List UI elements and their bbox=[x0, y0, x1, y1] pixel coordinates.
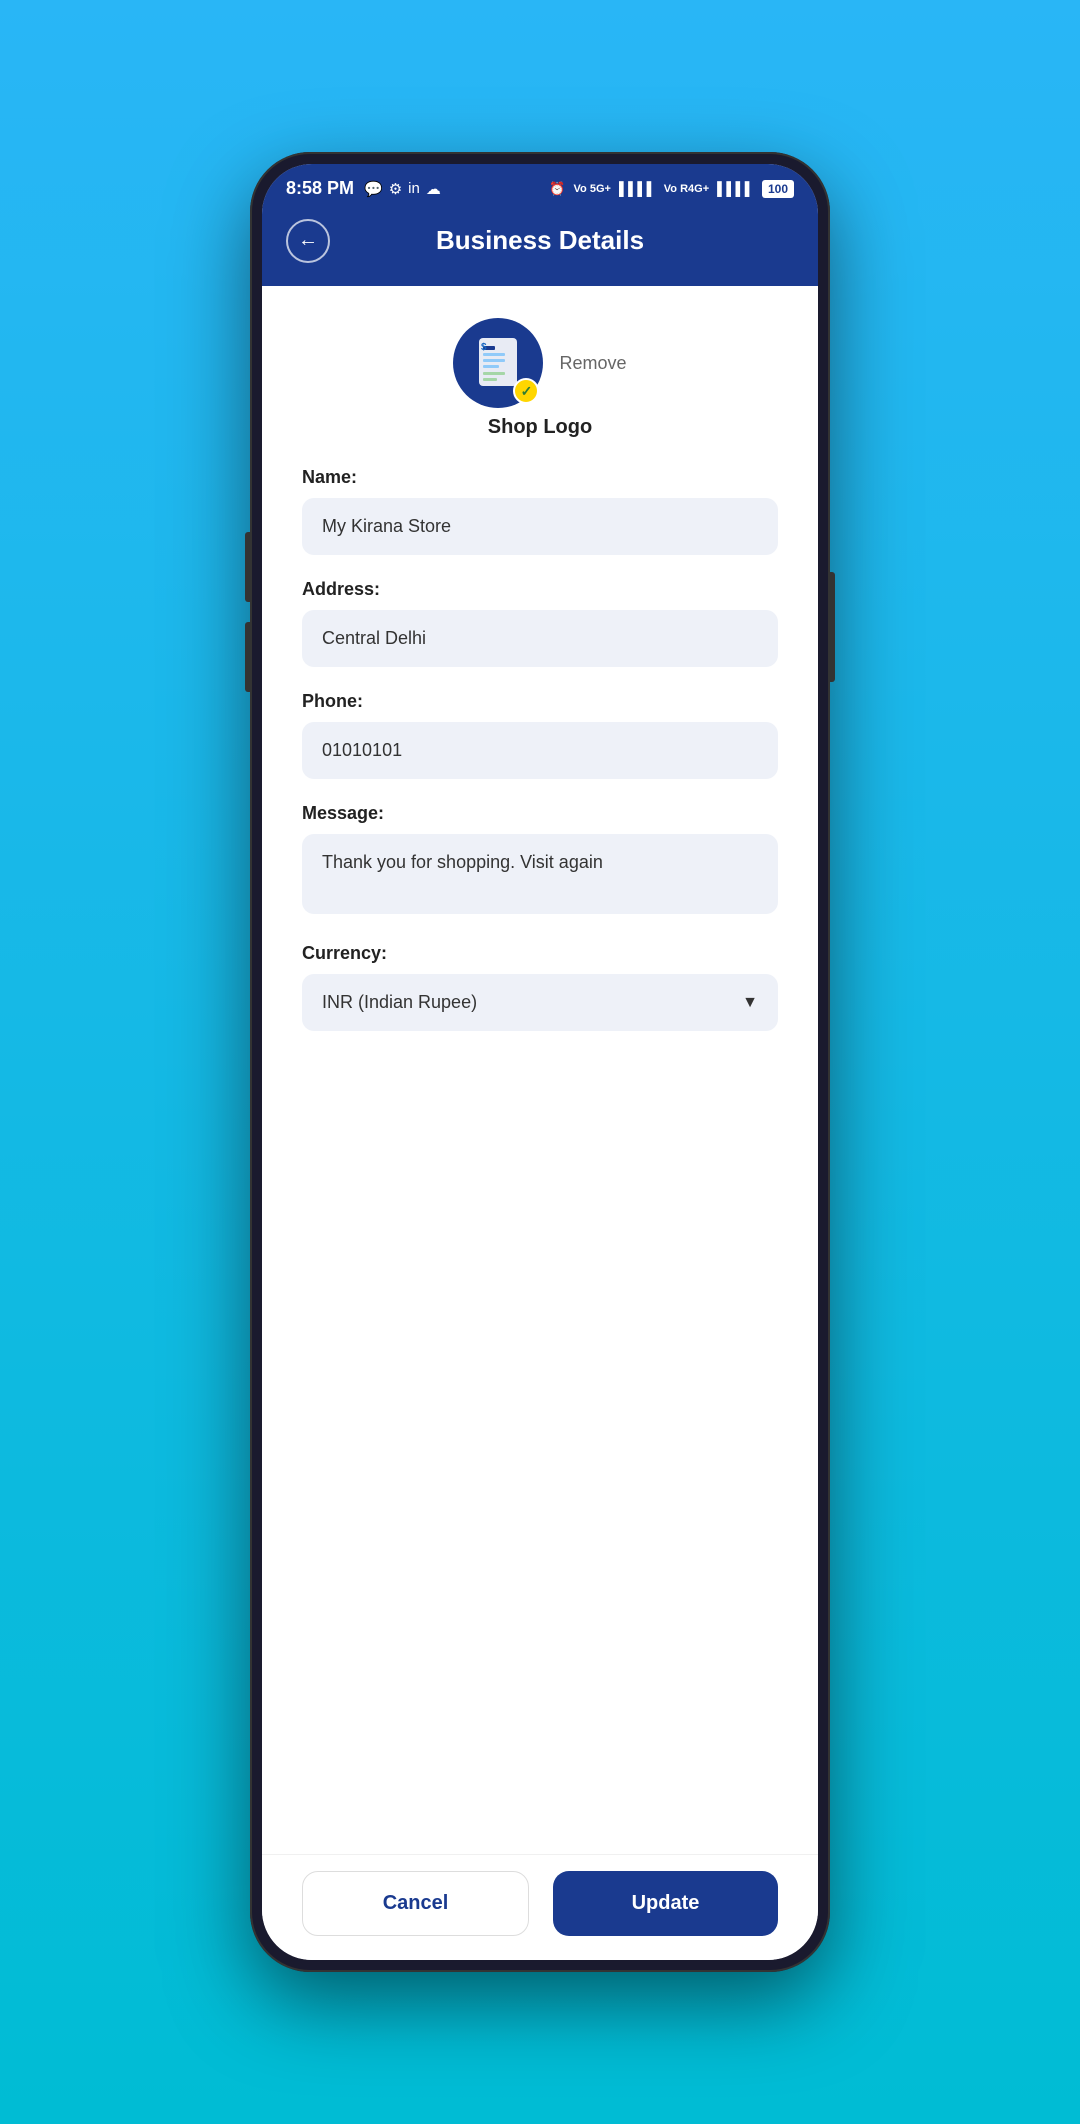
power-button bbox=[829, 572, 835, 682]
status-left: 8:58 PM 💬 ⚙ in ☁ bbox=[286, 178, 441, 199]
vol-down-button bbox=[245, 622, 251, 692]
currency-value: INR (Indian Rupee) bbox=[322, 992, 477, 1013]
phone-label: Phone: bbox=[302, 691, 778, 712]
chevron-down-icon: ▼ bbox=[742, 994, 758, 1012]
message-label: Message: bbox=[302, 803, 778, 824]
phone-screen: 8:58 PM 💬 ⚙ in ☁ ⏰ Vo 5G+ ▌▌▌▌ Vo R4G+ ▌… bbox=[262, 164, 818, 1960]
linkedin-icon: in bbox=[408, 180, 420, 197]
update-button[interactable]: Update bbox=[553, 1871, 778, 1936]
address-label: Address: bbox=[302, 579, 778, 600]
bottom-buttons: Cancel Update bbox=[262, 1854, 818, 1960]
remove-label[interactable]: Remove bbox=[559, 353, 626, 374]
signal-bars2-icon: ▌▌▌▌ bbox=[717, 181, 754, 196]
status-time: 8:58 PM bbox=[286, 178, 354, 199]
battery-indicator: 100 bbox=[762, 180, 794, 198]
check-icon: ✓ bbox=[521, 383, 533, 400]
shop-logo-circle[interactable]: $ ✓ bbox=[453, 318, 543, 408]
page-title: Business Details bbox=[436, 225, 644, 256]
currency-label: Currency: bbox=[302, 943, 778, 964]
status-right: ⏰ Vo 5G+ ▌▌▌▌ Vo R4G+ ▌▌▌▌ 100 bbox=[549, 180, 794, 198]
vol-up-button bbox=[245, 532, 251, 602]
content-area: $ ✓ Remove Shop Logo Name: Address: Phon… bbox=[262, 286, 818, 1854]
cloud-icon: ☁ bbox=[426, 180, 441, 198]
logo-section: $ ✓ Remove bbox=[302, 318, 778, 408]
signal-lte-icon: Vo R4G+ bbox=[664, 183, 709, 195]
cancel-button[interactable]: Cancel bbox=[302, 1871, 529, 1936]
shop-logo-label: Shop Logo bbox=[302, 416, 778, 439]
name-input[interactable] bbox=[302, 498, 778, 555]
currency-select[interactable]: INR (Indian Rupee) ▼ bbox=[302, 974, 778, 1031]
back-button[interactable]: ← bbox=[286, 219, 330, 263]
settings-icon: ⚙ bbox=[389, 180, 402, 198]
signal-5g-icon: Vo 5G+ bbox=[574, 183, 611, 195]
status-icons: 💬 ⚙ in ☁ bbox=[364, 180, 441, 198]
message-input[interactable]: Thank you for shopping. Visit again bbox=[302, 834, 778, 914]
address-input[interactable] bbox=[302, 610, 778, 667]
signal-bars-icon: ▌▌▌▌ bbox=[619, 181, 656, 196]
phone-frame: 8:58 PM 💬 ⚙ in ☁ ⏰ Vo 5G+ ▌▌▌▌ Vo R4G+ ▌… bbox=[250, 152, 830, 1972]
logo-check-badge: ✓ bbox=[513, 378, 539, 404]
whatsapp-icon: 💬 bbox=[364, 180, 383, 198]
phone-input[interactable] bbox=[302, 722, 778, 779]
header: ← Business Details bbox=[262, 209, 818, 286]
svg-text:$: $ bbox=[481, 342, 487, 353]
name-label: Name: bbox=[302, 467, 778, 488]
alarm-icon: ⏰ bbox=[549, 181, 565, 197]
back-arrow-icon: ← bbox=[298, 229, 318, 252]
status-bar: 8:58 PM 💬 ⚙ in ☁ ⏰ Vo 5G+ ▌▌▌▌ Vo R4G+ ▌… bbox=[262, 164, 818, 209]
